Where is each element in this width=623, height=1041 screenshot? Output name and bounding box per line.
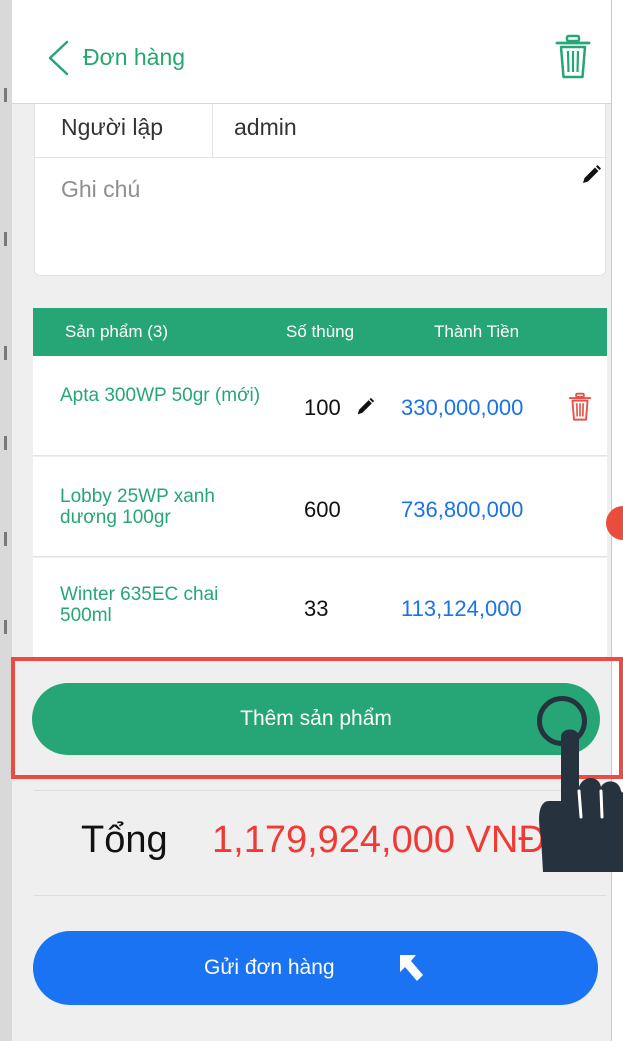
- creator-value: admin: [234, 114, 297, 140]
- product-quantity: 33: [304, 596, 329, 621]
- remove-product-button[interactable]: [568, 392, 592, 422]
- trash-icon: [568, 392, 592, 421]
- background-text-fragment: [4, 436, 7, 450]
- creator-row: Người lập admin: [35, 104, 607, 158]
- pointing-hand-icon: [539, 729, 623, 872]
- product-quantity: 100: [304, 395, 341, 420]
- pencil-icon: [583, 165, 601, 183]
- chevron-left-icon: [48, 40, 69, 76]
- background-text-fragment: [4, 88, 7, 102]
- product-quantity: 600: [304, 497, 341, 522]
- send-order-button[interactable]: Gửi đơn hàng: [33, 931, 598, 1005]
- total-label: Tổng: [81, 819, 168, 861]
- pencil-icon: [357, 397, 375, 415]
- order-screen: Đơn hàng Người lập admin Ghi chú Sản phẩ…: [12, 0, 612, 1041]
- page-title: Đơn hàng: [83, 44, 186, 70]
- product-name: Winter 635EC chai 500ml: [60, 584, 219, 626]
- total-value: 1,179,924,000 VNĐ: [212, 819, 546, 861]
- product-amount: 113,124,000: [401, 596, 522, 621]
- table-row[interactable]: Apta 300WP 50gr (mới) 100 330,000,000: [33, 356, 607, 456]
- product-name: Lobby 25WP xanh dương 100gr: [60, 486, 215, 528]
- product-table-header: Sản phẩm (3) Số thùng Thành Tiền: [33, 308, 607, 356]
- order-total: Tổng 1,179,924,000 VNĐ: [34, 790, 606, 896]
- back-button[interactable]: [40, 38, 80, 78]
- table-row[interactable]: Winter 635EC chai 500ml 33 113,124,000: [33, 558, 607, 658]
- column-header-amount: Thành Tiền: [434, 322, 520, 341]
- background-text-fragment: [4, 346, 7, 360]
- table-row[interactable]: Lobby 25WP xanh dương 100gr 600 736,800,…: [33, 457, 607, 557]
- background-text-fragment: [4, 232, 7, 246]
- trash-icon: [555, 34, 591, 79]
- highlight-overlay: [11, 657, 623, 779]
- delete-order-button[interactable]: [554, 34, 592, 80]
- column-header-quantity: Số thùng: [286, 322, 355, 341]
- column-header-product: Sản phẩm (3): [65, 322, 168, 341]
- note-field[interactable]: Ghi chú: [61, 176, 140, 203]
- background-text-fragment: [4, 532, 7, 546]
- edit-note-button[interactable]: [580, 164, 602, 186]
- arrow-up-left-icon: [400, 955, 423, 981]
- product-amount: 330,000,000: [401, 395, 524, 420]
- creator-label: Người lập: [61, 114, 164, 140]
- background-window-edge: [0, 0, 12, 1041]
- edit-quantity-button[interactable]: [355, 397, 375, 417]
- cell-divider: [212, 104, 213, 158]
- send-order-label: Gửi đơn hàng: [204, 956, 335, 979]
- product-amount: 736,800,000: [401, 497, 524, 522]
- order-info-card: Người lập admin Ghi chú: [34, 104, 607, 276]
- background-text-fragment: [4, 620, 7, 634]
- product-name: Apta 300WP 50gr (mới): [60, 385, 261, 406]
- app-header: Đơn hàng: [12, 0, 611, 104]
